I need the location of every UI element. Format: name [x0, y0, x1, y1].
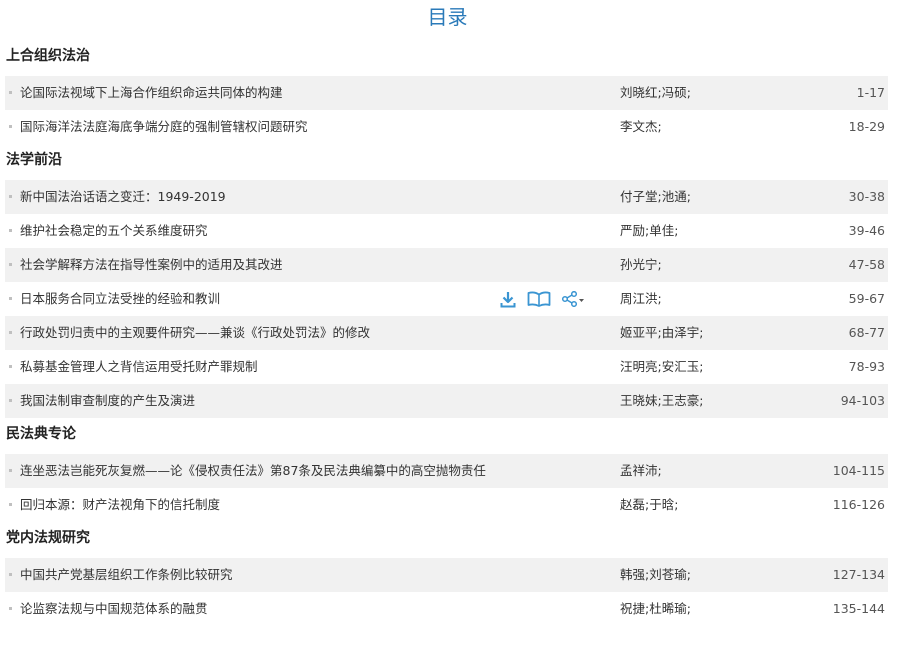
article-authors: 汪明亮;安汇玉; — [620, 359, 704, 374]
article-row: 维护社会稳定的五个关系维度研究 严励;单佳; 39-46 — [5, 214, 888, 248]
section-title: 上合组织法治 — [6, 48, 90, 64]
section-title: 法学前沿 — [6, 152, 62, 168]
article-row: 论监察法规与中国规范体系的融贯 祝捷;杜晞瑜; 135-144 — [5, 592, 888, 626]
article-title-link[interactable]: 回归本源：财产法视角下的信托制度 — [20, 488, 220, 522]
article-pages: 94-103 — [840, 393, 885, 408]
article-title-link[interactable]: 社会学解释方法在指导性案例中的适用及其改进 — [20, 248, 283, 282]
article-row: 连坐恶法岂能死灰复燃——论《侵权责任法》第87条及民法典编纂中的高空抛物责任 孟祥… — [5, 454, 888, 488]
table-of-contents: 上合组织法治论国际法视域下上海合作组织命运共同体的构建 刘晓红;冯硕; 1-17 国际… — [5, 40, 888, 626]
bullet-icon — [9, 125, 12, 128]
article-pages: 135-144 — [832, 601, 885, 616]
article-title-link[interactable]: 私募基金管理人之背信运用受托财产罪规制 — [20, 350, 258, 384]
bullet-icon — [9, 607, 12, 610]
article-title-link[interactable]: 连坐恶法岂能死灰复燃——论《侵权责任法》第87条及民法典编纂中的高空抛物责任 — [20, 454, 486, 488]
section-title: 民法典专论 — [6, 426, 76, 442]
article-authors: 付子堂;池通; — [620, 189, 691, 204]
article-authors: 姬亚平;由泽宇; — [620, 325, 704, 340]
page-title: 目录 — [427, 5, 468, 29]
article-row: 我国法制审查制度的产生及演进 王晓妹;王志豪; 94-103 — [5, 384, 888, 418]
article-pages: 68-77 — [848, 325, 885, 340]
article-row: 日本服务合同立法受挫的经验和教训 周江洪; 59-67 — [5, 282, 888, 316]
article-row: 社会学解释方法在指导性案例中的适用及其改进 孙光宁; 47-58 — [5, 248, 888, 282]
article-authors: 孟祥沛; — [620, 463, 662, 478]
article-row: 国际海洋法法庭海底争端分庭的强制管辖权问题研究 李文杰; 18-29 — [5, 110, 888, 144]
article-title-link[interactable]: 行政处罚归责中的主观要件研究——兼谈《行政处罚法》的修改 — [20, 316, 370, 350]
article-authors: 王晓妹;王志豪; — [620, 393, 704, 408]
article-title-link[interactable]: 日本服务合同立法受挫的经验和教训 — [20, 282, 220, 316]
article-authors: 赵磊;于晗; — [620, 497, 679, 512]
bullet-icon — [9, 573, 12, 576]
article-title-link[interactable]: 论监察法规与中国规范体系的融贯 — [20, 592, 208, 626]
article-title-link[interactable]: 中国共产党基层组织工作条例比较研究 — [20, 558, 233, 592]
article-pages: 18-29 — [848, 119, 885, 134]
article-pages: 1-17 — [856, 85, 885, 100]
bullet-icon — [9, 297, 12, 300]
article-authors: 韩强;刘苍瑜; — [620, 567, 691, 582]
article-row: 中国共产党基层组织工作条例比较研究 韩强;刘苍瑜; 127-134 — [5, 558, 888, 592]
bullet-icon — [9, 331, 12, 334]
article-pages: 30-38 — [848, 189, 885, 204]
bullet-icon — [9, 229, 12, 232]
article-row: 新中国法治话语之变迁：1949-2019 付子堂;池通; 30-38 — [5, 180, 888, 214]
download-icon[interactable] — [498, 291, 518, 308]
bullet-icon — [9, 263, 12, 266]
article-row: 回归本源：财产法视角下的信托制度 赵磊;于晗; 116-126 — [5, 488, 888, 522]
share-icon[interactable] — [560, 291, 586, 307]
article-authors: 祝捷;杜晞瑜; — [620, 601, 691, 616]
section-title: 党内法规研究 — [6, 530, 90, 546]
bullet-icon — [9, 365, 12, 368]
article-title-link[interactable]: 国际海洋法法庭海底争端分庭的强制管辖权问题研究 — [20, 110, 308, 144]
read-online-icon[interactable] — [526, 291, 552, 307]
article-pages: 78-93 — [848, 359, 885, 374]
article-pages: 116-126 — [832, 497, 885, 512]
bullet-icon — [9, 469, 12, 472]
article-row: 私募基金管理人之背信运用受托财产罪规制 汪明亮;安汇玉; 78-93 — [5, 350, 888, 384]
article-title-link[interactable]: 论国际法视域下上海合作组织命运共同体的构建 — [20, 76, 283, 110]
article-row: 论国际法视域下上海合作组织命运共同体的构建 刘晓红;冯硕; 1-17 — [5, 76, 888, 110]
article-tools — [498, 282, 586, 316]
article-row: 行政处罚归责中的主观要件研究——兼谈《行政处罚法》的修改 姬亚平;由泽宇; 68-7… — [5, 316, 888, 350]
article-pages: 127-134 — [832, 567, 885, 582]
article-title-link[interactable]: 维护社会稳定的五个关系维度研究 — [20, 214, 208, 248]
bullet-icon — [9, 91, 12, 94]
article-title-link[interactable]: 我国法制审查制度的产生及演进 — [20, 384, 195, 418]
article-authors: 严励;单佳; — [620, 223, 679, 238]
article-authors: 李文杰; — [620, 119, 662, 134]
article-title-link[interactable]: 新中国法治话语之变迁：1949-2019 — [20, 180, 226, 214]
article-pages: 47-58 — [848, 257, 885, 272]
bullet-icon — [9, 399, 12, 402]
article-authors: 周江洪; — [620, 291, 662, 306]
article-pages: 104-115 — [832, 463, 885, 478]
bullet-icon — [9, 503, 12, 506]
article-pages: 59-67 — [848, 291, 885, 306]
bullet-icon — [9, 195, 12, 198]
article-pages: 39-46 — [848, 223, 885, 238]
article-authors: 孙光宁; — [620, 257, 662, 272]
article-authors: 刘晓红;冯硕; — [620, 85, 691, 100]
